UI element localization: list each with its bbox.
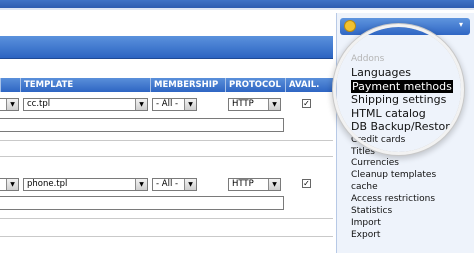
row1-template-value: cc.tpl: [27, 99, 51, 109]
row1-extra-input[interactable]: [0, 118, 284, 132]
table-header-row: TEMPLATE MEMBERSHIP PROTOCOL AVAIL.: [0, 78, 333, 92]
column-header-protocol: PROTOCOL: [225, 78, 285, 92]
row1-avail-checkbox[interactable]: ✓: [302, 99, 311, 108]
menu-item-export[interactable]: Export: [351, 230, 380, 241]
row2-extra-input[interactable]: [0, 196, 284, 210]
chevron-down-icon: ▼: [6, 99, 18, 110]
row2-method-select[interactable]: ▼: [0, 178, 19, 191]
column-header-avail: AVAIL.: [285, 78, 333, 92]
menu-item-access-restrictions[interactable]: Access restrictions: [351, 194, 435, 205]
row2-avail-checkbox[interactable]: ✓: [302, 179, 311, 188]
payment-templates-panel: TEMPLATE MEMBERSHIP PROTOCOL AVAIL. ▼ cc…: [0, 36, 333, 253]
row-divider: [0, 236, 333, 237]
row2-template-value: phone.tpl: [27, 179, 68, 189]
panel-header: [0, 36, 333, 59]
row-divider: [0, 156, 333, 157]
top-bar: [0, 0, 474, 8]
chevron-down-icon: ▼: [268, 99, 280, 110]
column-header-membership: MEMBERSHIP: [150, 78, 225, 92]
chevron-down-icon: ▼: [135, 179, 147, 190]
menu-item-html-catalog[interactable]: HTML catalog: [351, 107, 426, 120]
tools-icon: [344, 20, 356, 32]
column-header-template: TEMPLATE: [20, 78, 150, 92]
row1-method-select[interactable]: ▼: [0, 98, 19, 111]
row2-membership-value: - All -: [156, 179, 179, 189]
row-divider: [0, 140, 333, 141]
chevron-down-icon: ▼: [135, 99, 147, 110]
menu-item-cleanup-templates[interactable]: Cleanup templates: [351, 170, 436, 181]
chevron-down-icon: ▾: [459, 20, 464, 29]
menu-item-shipping-settings[interactable]: Shipping settings: [351, 93, 446, 106]
menu-item-currencies[interactable]: Currencies: [351, 158, 399, 169]
row1-membership-select[interactable]: - All - ▼: [152, 98, 197, 111]
menu-item-credit-cards[interactable]: Credit cards: [351, 135, 405, 146]
menu-item-payment-methods[interactable]: Payment methods: [351, 80, 453, 93]
menu-item-languages[interactable]: Languages: [351, 66, 411, 79]
top-bar-rule: [0, 8, 474, 10]
row1-protocol-select[interactable]: HTTP ▼: [228, 98, 281, 111]
chevron-down-icon: ▼: [268, 179, 280, 190]
menu-item-addons[interactable]: Addons: [351, 54, 384, 65]
menu-item-db-backup-restore[interactable]: DB Backup/Restor: [351, 120, 450, 133]
row1-membership-value: - All -: [156, 99, 179, 109]
chevron-down-icon: ▼: [6, 179, 18, 190]
tools-menu-button[interactable]: [340, 18, 470, 35]
chevron-down-icon: ▼: [184, 179, 196, 190]
menu-item-titles[interactable]: Titles: [351, 147, 375, 158]
row2-template-select[interactable]: phone.tpl ▼: [23, 178, 148, 191]
column-header-blank: [0, 78, 20, 92]
row2-membership-select[interactable]: - All - ▼: [152, 178, 197, 191]
tools-sidebar: [336, 13, 474, 253]
row1-template-select[interactable]: cc.tpl ▼: [23, 98, 148, 111]
row1-protocol-value: HTTP: [232, 99, 254, 109]
menu-item-import[interactable]: Import: [351, 218, 381, 229]
menu-item-cache[interactable]: cache: [351, 182, 378, 193]
chevron-down-icon: ▼: [184, 99, 196, 110]
row2-protocol-select[interactable]: HTTP ▼: [228, 178, 281, 191]
row2-protocol-value: HTTP: [232, 179, 254, 189]
menu-item-statistics[interactable]: Statistics: [351, 206, 392, 217]
row-divider: [0, 218, 333, 219]
